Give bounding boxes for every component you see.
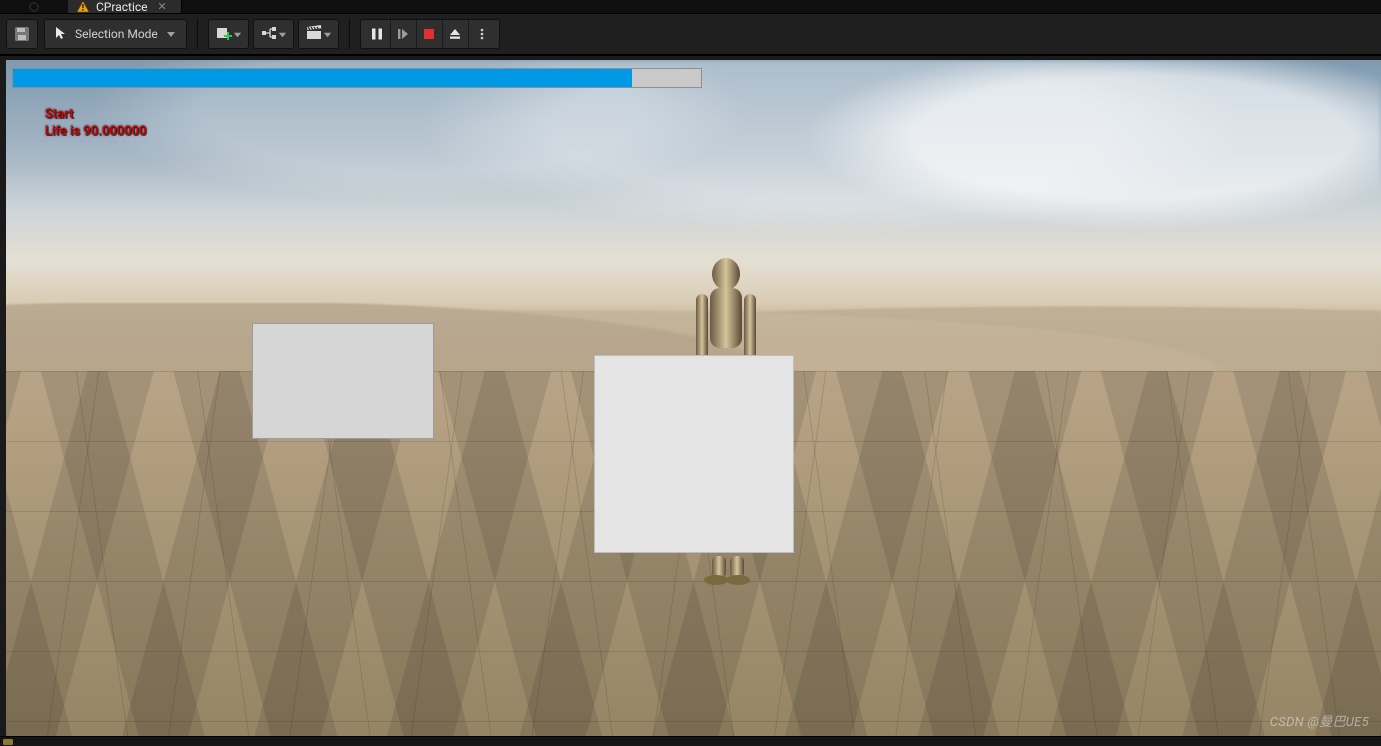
nodes-icon (260, 24, 278, 45)
app-menu-icon[interactable] (0, 0, 68, 13)
close-icon[interactable]: ✕ (158, 0, 167, 13)
main-toolbar: Selection Mode (0, 14, 1381, 56)
add-box-icon (215, 24, 233, 45)
stop-icon (422, 27, 436, 41)
chevron-down-icon (278, 30, 287, 39)
selection-mode-label: Selection Mode (75, 27, 158, 41)
tab-bar: CPractice ✕ (0, 0, 1381, 14)
chevron-down-icon (323, 30, 332, 39)
clapper-icon (305, 24, 323, 45)
toolbar-separator (197, 19, 198, 49)
floating-panel-large[interactable] (594, 355, 794, 553)
eject-button[interactable] (443, 20, 469, 48)
selection-mode-dropdown[interactable]: Selection Mode (44, 19, 187, 49)
frame-advance-button[interactable] (391, 20, 417, 48)
add-content-group (208, 19, 339, 49)
pause-icon (370, 27, 384, 41)
chevron-down-icon (233, 30, 242, 39)
hud-progress-fill (13, 69, 632, 87)
stop-button[interactable] (417, 20, 443, 48)
level-viewport[interactable]: Start Life is 90.000000 CSDN @曼巴UE5 (6, 60, 1381, 736)
hud-life-label: Life is 90.000000 (45, 123, 147, 140)
add-content-button[interactable] (208, 19, 249, 49)
play-options-button[interactable] (469, 20, 495, 48)
save-button[interactable] (6, 19, 38, 49)
play-controls (360, 19, 500, 49)
hud-debug-text: Start Life is 90.000000 (45, 106, 147, 140)
hud-progress-track (12, 68, 702, 88)
cinematics-dropdown-button[interactable] (298, 19, 339, 49)
tab-cpractice[interactable]: CPractice ✕ (68, 0, 182, 13)
warning-icon (76, 0, 90, 14)
save-icon (13, 25, 31, 43)
viewport-container: Start Life is 90.000000 CSDN @曼巴UE5 (0, 56, 1381, 736)
blueprint-dropdown-button[interactable] (253, 19, 294, 49)
kebab-icon (477, 27, 487, 41)
status-indicator (3, 739, 13, 745)
hud-start-label: Start (45, 106, 147, 123)
chevron-down-icon (166, 29, 176, 39)
status-bar (0, 736, 1381, 746)
floating-panel-small[interactable] (252, 323, 434, 439)
pause-button[interactable] (365, 20, 391, 48)
watermark: CSDN @曼巴UE5 (1270, 711, 1369, 730)
frame-advance-icon (396, 27, 410, 41)
eject-icon (448, 27, 462, 41)
tab-label: CPractice (96, 0, 148, 14)
cursor-icon (53, 25, 69, 44)
toolbar-separator (349, 19, 350, 49)
